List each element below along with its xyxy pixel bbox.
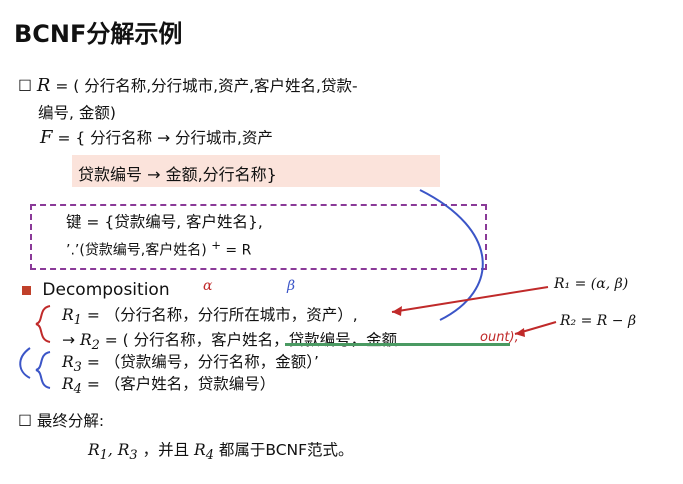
blue-hook-stroke xyxy=(19,347,31,379)
red-arrow-r1 xyxy=(391,286,549,313)
annotation-strokes xyxy=(19,189,557,389)
blue-brace-stroke xyxy=(35,351,51,389)
blue-curve-stroke xyxy=(419,189,484,321)
red-brace-stroke xyxy=(35,305,51,343)
red-arrowhead-r2 xyxy=(515,328,525,337)
